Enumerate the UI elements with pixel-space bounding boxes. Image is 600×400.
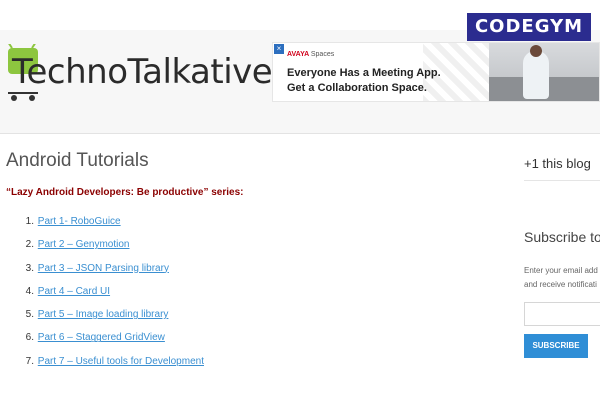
tutorial-link[interactable]: Part 7 – Useful tools for Development bbox=[38, 356, 204, 367]
tutorial-link[interactable]: Part 5 – Image loading library bbox=[38, 309, 169, 320]
sidebar-divider bbox=[524, 180, 600, 181]
logo-part-techno: Techno bbox=[12, 52, 128, 92]
ad-person-head bbox=[530, 45, 542, 57]
list-item: 4. Part 4 – Card UI bbox=[22, 282, 204, 305]
tutorial-link[interactable]: Part 6 – Staggered GridView bbox=[38, 332, 165, 343]
subscribe-title: Subscribe to bbox=[524, 229, 600, 245]
codegym-watermark: CODEGYM bbox=[467, 13, 591, 41]
list-number: 7. bbox=[25, 355, 34, 367]
list-item: 5. Part 5 – Image loading library bbox=[22, 305, 204, 328]
ad-headline-2: Get a Collaboration Space. bbox=[287, 82, 427, 94]
list-number: 4. bbox=[25, 285, 34, 297]
series-title: “Lazy Android Developers: Be productive”… bbox=[6, 187, 244, 198]
subscribe-description-line-1: Enter your email add bbox=[524, 266, 598, 275]
email-field[interactable] bbox=[524, 302, 600, 326]
tutorial-link[interactable]: Part 4 – Card UI bbox=[38, 286, 110, 297]
list-number: 5. bbox=[25, 309, 34, 321]
tutorial-link[interactable]: Part 1- RoboGuice bbox=[38, 216, 121, 227]
list-item: 3. Part 3 – JSON Parsing library bbox=[22, 259, 204, 282]
ad-photo bbox=[489, 43, 599, 101]
list-item: 1. Part 1- RoboGuice bbox=[22, 212, 204, 235]
list-number: 6. bbox=[25, 332, 34, 344]
logo-part-talkative: Talkative bbox=[127, 52, 273, 92]
page-title: Android Tutorials bbox=[6, 150, 149, 171]
list-item: 2. Part 2 – Genymotion bbox=[22, 235, 204, 258]
list-number: 3. bbox=[25, 262, 34, 274]
watermark-text: CODEGYM bbox=[474, 16, 584, 37]
logo-wordmark[interactable]: TechnoTalkative bbox=[12, 52, 305, 92]
subscribe-description-line-2: and receive notificati bbox=[524, 280, 597, 289]
ad-headline-1: Everyone Has a Meeting App. bbox=[287, 67, 441, 79]
list-item: 6. Part 6 – Staggered GridView bbox=[22, 328, 204, 351]
plus-one-blog-widget[interactable]: +1 this blog bbox=[524, 156, 591, 171]
list-number: 2. bbox=[25, 239, 34, 251]
ad-brand-name: AVAYA bbox=[287, 51, 309, 58]
tutorial-list: 1. Part 1- RoboGuice 2. Part 2 – Genymot… bbox=[22, 212, 204, 375]
ad-person bbox=[523, 51, 549, 99]
list-item: 7. Part 7 – Useful tools for Development bbox=[22, 352, 204, 375]
tutorial-link[interactable]: Part 3 – JSON Parsing library bbox=[38, 263, 169, 274]
ad-brand: AVAYA Spaces bbox=[287, 51, 334, 58]
ad-brand-sub: Spaces bbox=[310, 51, 335, 58]
subscribe-button[interactable]: SUBSCRIBE bbox=[524, 334, 588, 358]
ad-banner[interactable]: × AVAYA Spaces Everyone Has a Meeting Ap… bbox=[272, 42, 600, 102]
list-number: 1. bbox=[25, 216, 34, 227]
close-icon[interactable]: × bbox=[274, 44, 284, 54]
tutorial-link[interactable]: Part 2 – Genymotion bbox=[38, 239, 130, 250]
